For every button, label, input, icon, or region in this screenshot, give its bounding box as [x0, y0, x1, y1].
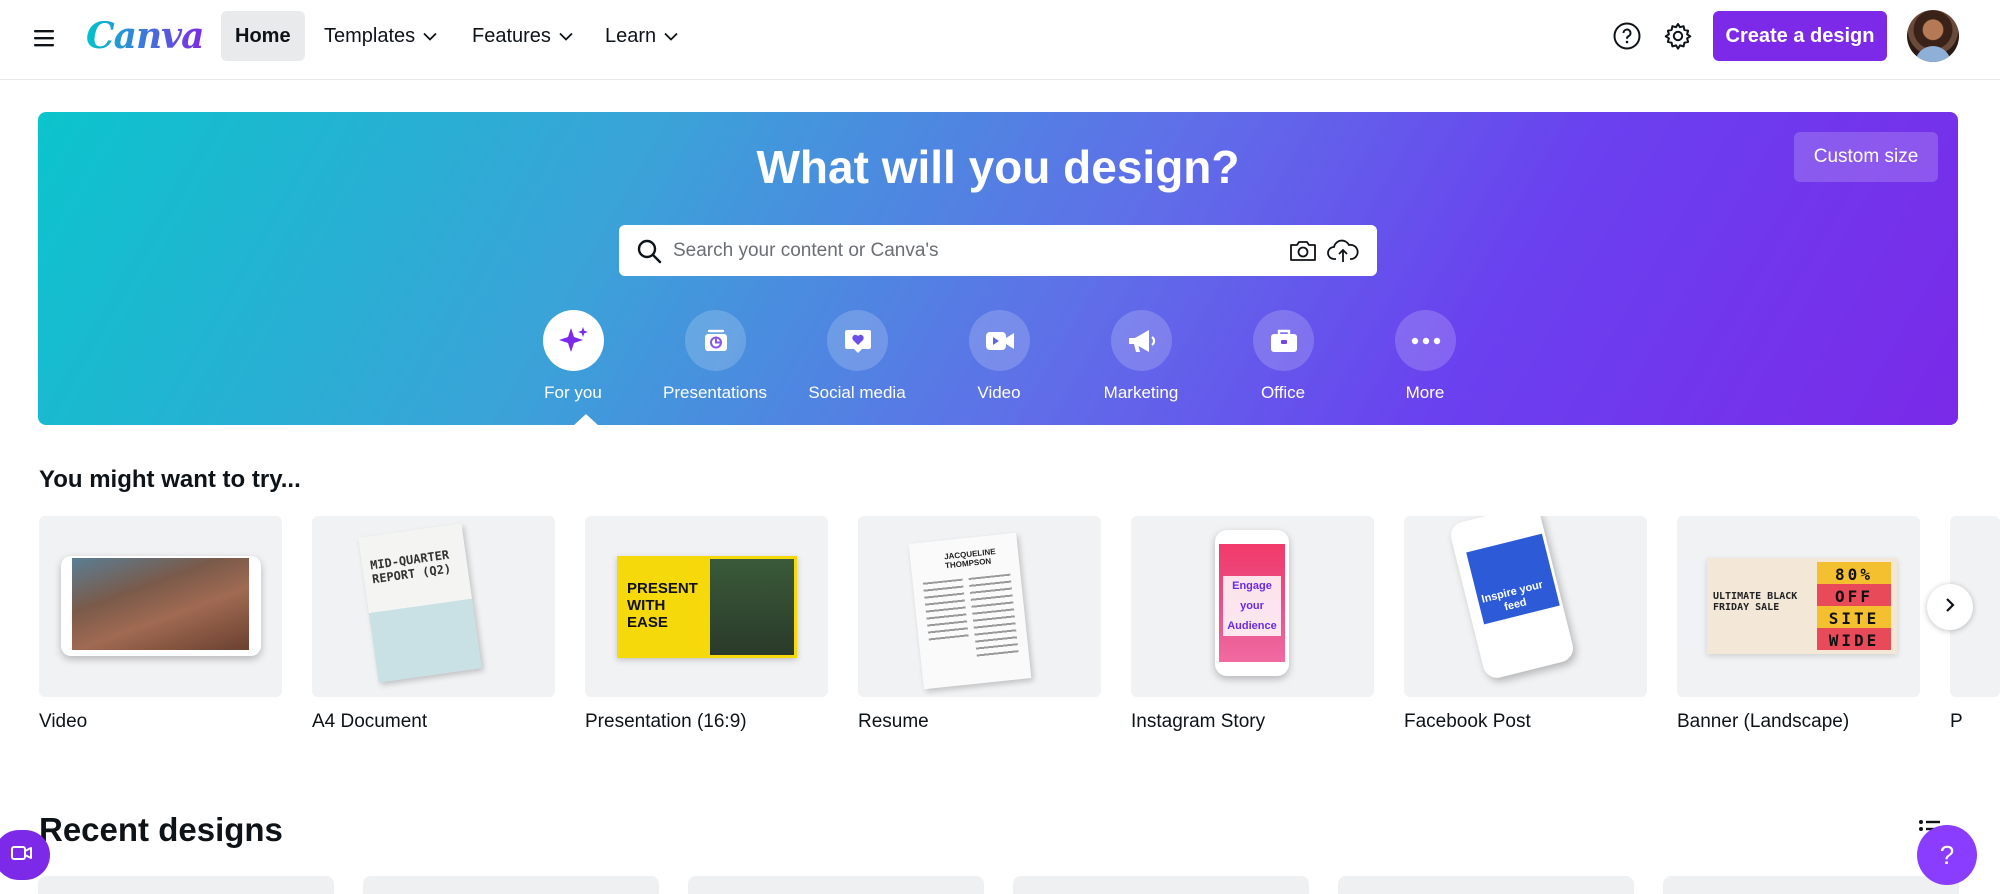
help-chat-button[interactable]: ?: [1917, 825, 1977, 885]
suggestions-title: You might want to try...: [39, 466, 301, 493]
category-more[interactable]: More: [1365, 310, 1485, 420]
card-label: A4 Document: [312, 711, 428, 732]
upload-cloud-icon[interactable]: [1327, 237, 1359, 270]
nav-home[interactable]: Home: [221, 11, 305, 61]
suggestion-card-facebook-post[interactable]: Inspire your feed Facebook Post: [1404, 516, 1647, 733]
card-label: P: [1950, 711, 1963, 732]
recent-design-card[interactable]: [1013, 876, 1309, 894]
video-camera-icon: [969, 310, 1030, 371]
recent-design-card[interactable]: [688, 876, 984, 894]
category-social-media[interactable]: Social media: [797, 310, 917, 420]
settings-gear-icon[interactable]: [1658, 16, 1698, 56]
hero-banner: What will you design? Custom size For yo…: [38, 112, 1958, 425]
card-label: Resume: [858, 711, 929, 732]
presentation-icon: [685, 310, 746, 371]
chevron-down-icon: [423, 32, 437, 41]
instagram-story-thumbnail: Engage your Audience: [1131, 516, 1374, 697]
category-video[interactable]: Video: [939, 310, 1059, 420]
recent-design-card[interactable]: [1663, 876, 1959, 894]
suggestion-card-resume[interactable]: JACQUELINE THOMPSON Resume: [858, 516, 1101, 733]
nav-learn[interactable]: Learn: [591, 11, 692, 61]
category-label: Office: [1260, 383, 1306, 402]
card-label: Presentation (16:9): [585, 711, 747, 732]
category-label: More: [1405, 383, 1445, 402]
suggestion-card-video[interactable]: Video: [39, 516, 282, 733]
chevron-down-icon: [559, 32, 573, 41]
category-label: Presentations: [663, 383, 767, 402]
card-label: Facebook Post: [1404, 711, 1531, 732]
megaphone-icon: [1111, 310, 1172, 371]
category-office[interactable]: Office: [1223, 310, 1343, 420]
nav-features-label: Features: [472, 24, 551, 47]
video-thumbnail: [39, 516, 282, 697]
category-label: Social media: [808, 383, 906, 402]
category-presentations[interactable]: Presentations: [655, 310, 775, 420]
search-icon: [635, 237, 663, 270]
nav-features[interactable]: Features: [458, 11, 587, 61]
search-bar: [619, 225, 1377, 276]
custom-size-button[interactable]: Custom size: [1794, 132, 1938, 182]
menu-icon[interactable]: [28, 22, 60, 54]
resume-thumbnail: JACQUELINE THOMPSON: [858, 516, 1101, 697]
help-icon[interactable]: [1607, 16, 1647, 56]
category-label: Marketing: [1103, 383, 1179, 402]
avatar[interactable]: [1907, 10, 1959, 62]
carousel-next-button[interactable]: [1927, 584, 1973, 630]
sparkle-icon: [543, 310, 604, 371]
more-dots-icon: [1395, 310, 1456, 371]
suggestion-card-presentation[interactable]: PRESENT WITH EASE Presentation (16:9): [585, 516, 828, 733]
banner-landscape-thumbnail: ULTIMATE BLACK FRIDAY SALE 80% OFF SITE …: [1677, 516, 1920, 697]
chevron-right-icon: [1944, 597, 1956, 618]
nav-learn-label: Learn: [605, 24, 657, 47]
heart-chat-icon: [827, 310, 888, 371]
recent-design-card[interactable]: [38, 876, 334, 894]
recent-design-card[interactable]: [1338, 876, 1634, 894]
chevron-down-icon: [664, 32, 678, 41]
briefcase-icon: [1253, 310, 1314, 371]
category-for-you[interactable]: For you: [513, 310, 633, 420]
canva-logo[interactable]: Canva: [86, 8, 204, 64]
card-label: Banner (Landscape): [1677, 711, 1850, 732]
nav-templates-label: Templates: [324, 24, 416, 47]
card-label: Instagram Story: [1131, 711, 1266, 732]
nav-home-label: Home: [235, 24, 291, 47]
category-marketing[interactable]: Marketing: [1081, 310, 1201, 420]
suggestion-card-instagram-story[interactable]: Engage your Audience Instagram Story: [1131, 516, 1374, 733]
a4-document-thumbnail: MID-QUARTER REPORT (Q2): [312, 516, 555, 697]
selected-category-caret: [573, 414, 599, 425]
suggestion-card-banner-landscape[interactable]: ULTIMATE BLACK FRIDAY SALE 80% OFF SITE …: [1677, 516, 1920, 733]
category-label: Video: [977, 383, 1021, 402]
presentation-thumbnail: PRESENT WITH EASE: [585, 516, 828, 697]
video-camera-icon: [10, 844, 34, 867]
search-input[interactable]: [673, 225, 1273, 276]
card-label: Video: [39, 711, 88, 732]
recent-design-card[interactable]: [363, 876, 659, 894]
facebook-post-thumbnail: Inspire your feed: [1404, 516, 1647, 697]
category-label: For you: [544, 383, 602, 402]
create-design-button[interactable]: Create a design: [1713, 11, 1887, 61]
camera-search-icon[interactable]: [1288, 237, 1318, 270]
top-navigation-bar: Canva Home Templates Features Learn Crea…: [0, 0, 2000, 80]
suggestion-card-a4-document[interactable]: MID-QUARTER REPORT (Q2) A4 Document: [312, 516, 555, 733]
hero-title: What will you design?: [756, 141, 1240, 193]
nav-templates[interactable]: Templates: [310, 11, 451, 61]
recent-designs-title: Recent designs: [39, 811, 283, 848]
video-record-button[interactable]: [0, 830, 50, 880]
